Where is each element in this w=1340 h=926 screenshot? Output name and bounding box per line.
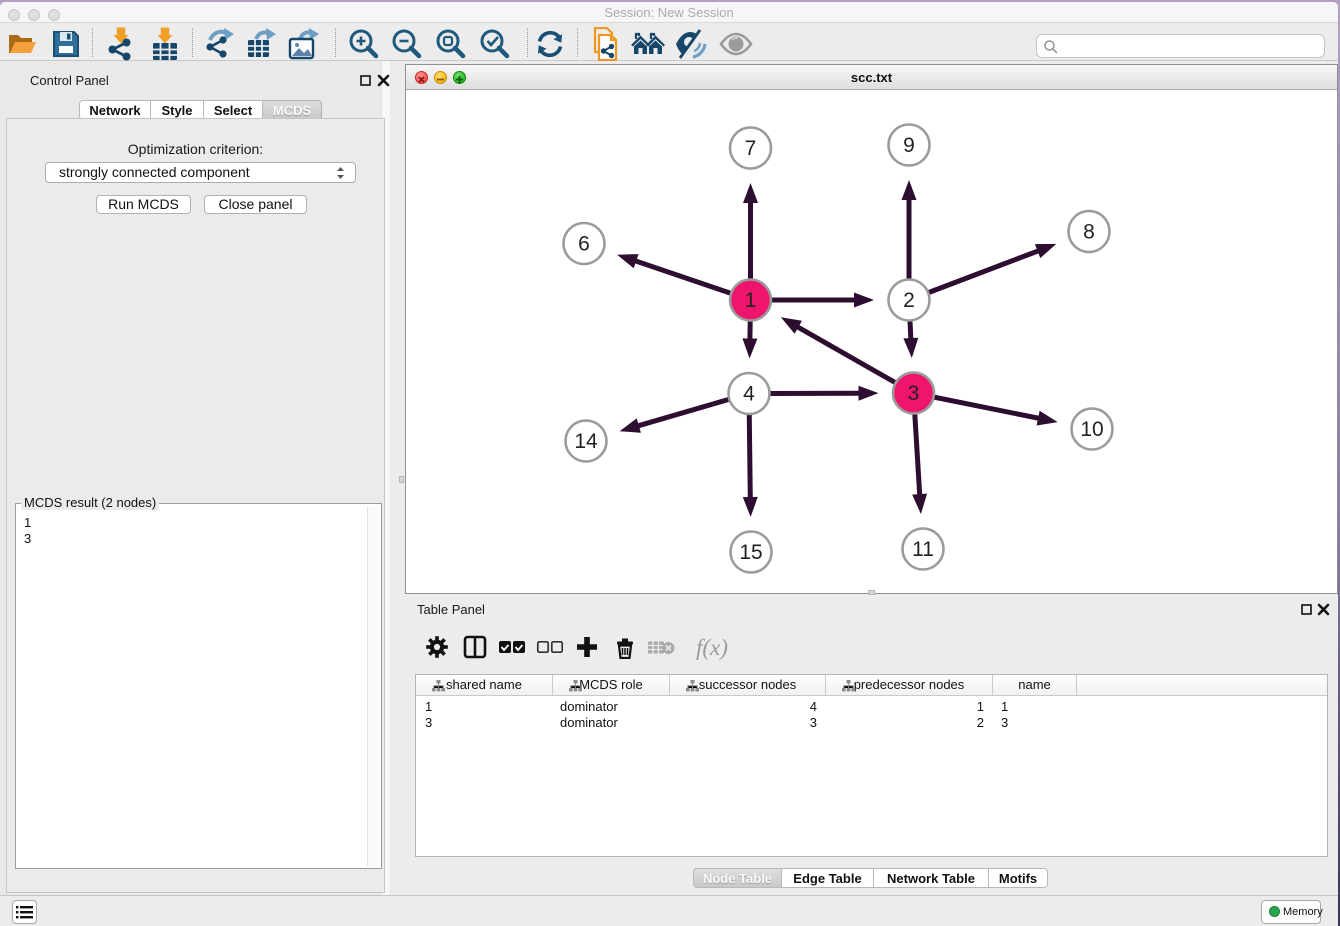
svg-text:6: 6	[578, 233, 590, 256]
svg-text:8: 8	[1083, 221, 1095, 244]
svg-text:2: 2	[903, 289, 915, 312]
svg-text:14: 14	[574, 430, 598, 453]
svg-text:11: 11	[912, 538, 934, 561]
svg-text:3: 3	[908, 382, 920, 405]
svg-text:10: 10	[1080, 418, 1103, 441]
svg-text:7: 7	[745, 137, 757, 160]
svg-text:15: 15	[739, 541, 762, 564]
svg-text:9: 9	[903, 134, 915, 157]
svg-text:4: 4	[743, 383, 755, 406]
svg-text:1: 1	[745, 289, 757, 312]
